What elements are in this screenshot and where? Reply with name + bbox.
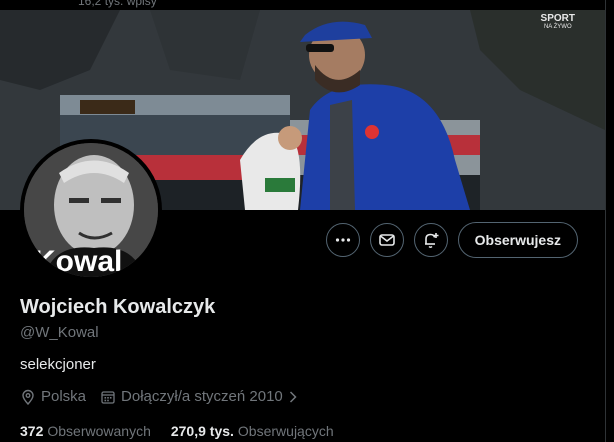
profile-actions: Obserwujesz (325, 222, 578, 258)
location-text: Polska (41, 388, 87, 405)
calendar-icon (101, 390, 115, 404)
followers-link[interactable]: 270,9 tys. Obserwujących (171, 423, 334, 439)
following-link[interactable]: 372 Obserwowanych (20, 423, 151, 439)
join-date-text: Dołączył/a styczeń 2010 (121, 388, 283, 405)
display-name: Wojciech Kowalczyk (20, 296, 216, 318)
location: Polska (20, 388, 86, 405)
followers-label: Obserwujących (237, 423, 334, 439)
followers-count: 270,9 tys. (170, 423, 234, 439)
notifications-button[interactable] (413, 223, 448, 257)
more-icon (335, 238, 350, 242)
posts-count: 16,2 tys. wpisy (78, 0, 157, 8)
envelope-icon (378, 234, 395, 246)
profile-meta: Polska Dołączył/a styczeń 2010 (20, 388, 298, 405)
message-button[interactable] (369, 223, 404, 257)
avatar-photo: Kowal (24, 143, 158, 277)
follow-stats: 372 Obserwowanych 270,9 tys. Obserwujący… (20, 423, 334, 439)
header-bar: 16,2 tys. wpisy (0, 0, 605, 10)
user-handle: @W_Kowal (20, 324, 99, 341)
bio: selekcjoner (20, 356, 96, 373)
scrollbar[interactable] (606, 0, 614, 442)
bell-plus-icon (424, 233, 439, 248)
following-button[interactable]: Obserwujesz (457, 222, 578, 258)
avatar-caption: Kowal (34, 245, 122, 277)
following-count: 372 (20, 423, 44, 439)
location-pin-icon (22, 389, 34, 405)
more-button[interactable] (325, 223, 360, 257)
chevron-right-icon (289, 390, 297, 403)
tv-watermark: SPORT NA ŻYWO (540, 13, 575, 31)
following-label: Obserwowanych (47, 423, 151, 439)
avatar[interactable]: Kowal (20, 139, 162, 281)
join-date[interactable]: Dołączył/a styczeń 2010 (100, 388, 298, 405)
profile-page: 16,2 tys. wpisy SPORT NA ŻYWO Kowal Obse… (0, 0, 606, 442)
